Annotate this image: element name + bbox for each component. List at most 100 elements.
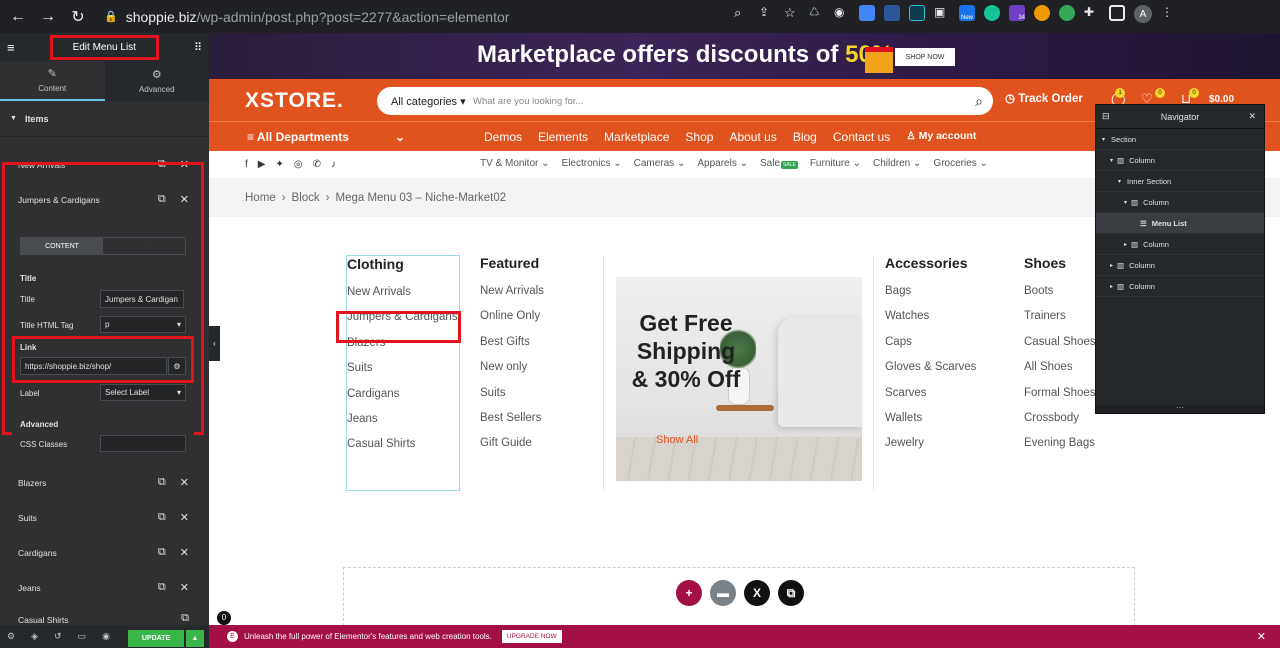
tab-content[interactable]: ✎ Content bbox=[0, 61, 105, 101]
link-input[interactable]: https://shoppie.biz/shop/ bbox=[20, 357, 167, 375]
update-options-caret-icon[interactable]: ▲ bbox=[186, 630, 204, 647]
menu-link[interactable]: Jewelry bbox=[885, 437, 1011, 462]
tiktok-icon[interactable]: ♪ bbox=[331, 159, 336, 170]
navigator-row-column[interactable]: ▸ ▥ Column bbox=[1096, 276, 1264, 297]
menu-link[interactable]: Casual Shirts bbox=[347, 438, 459, 463]
share-icon[interactable]: ⇪ bbox=[759, 5, 775, 21]
menu-title[interactable]: Accessories bbox=[885, 255, 1011, 271]
menu-link[interactable]: Cardigans bbox=[347, 388, 459, 413]
tab-content-inner[interactable]: CONTENT bbox=[21, 238, 103, 254]
promo-banner[interactable]: Marketplace offers discounts of 50% SHOP… bbox=[209, 33, 1280, 79]
remove-icon[interactable]: ✕ bbox=[180, 581, 189, 594]
duplicate-icon[interactable]: ⧉ bbox=[158, 546, 166, 559]
xstore-logo-icon[interactable]: X bbox=[744, 580, 770, 606]
search-category-select[interactable]: All categories ▾ bbox=[377, 95, 473, 108]
repeater-item[interactable]: Blazers ⧉ ✕ bbox=[0, 465, 209, 500]
sidepanel-icon[interactable] bbox=[1109, 5, 1125, 21]
collapse-panel-caret-icon[interactable]: ‹ bbox=[209, 326, 220, 361]
subnav-item[interactable]: Sale SALE bbox=[760, 158, 798, 169]
navigator-header[interactable]: ⊟ Navigator ✕ bbox=[1096, 105, 1264, 129]
menu-link[interactable]: Caps bbox=[885, 336, 1011, 361]
subnav-item[interactable]: Cameras ⌄ bbox=[634, 158, 686, 169]
extension-camera-icon[interactable]: ▣ bbox=[934, 5, 950, 21]
address-bar[interactable]: 🔒 shoppie.biz /wp-admin/post.php?post=22… bbox=[104, 4, 824, 29]
notice-close-icon[interactable]: ✕ bbox=[1257, 630, 1266, 643]
link-options-gear-icon[interactable]: ⚙ bbox=[168, 357, 186, 375]
nav-link[interactable]: About us bbox=[729, 130, 776, 144]
repeater-item[interactable]: Jeans ⧉ ✕ bbox=[0, 570, 209, 605]
search-bar[interactable]: All categories ▾ What are you looking fo… bbox=[377, 87, 993, 115]
extension-new-icon[interactable]: New bbox=[959, 5, 975, 21]
all-departments-toggle[interactable]: ≡ All Departments ⌄ bbox=[247, 130, 405, 144]
menu-kebab-icon[interactable]: ⋮ bbox=[1161, 5, 1177, 21]
extension-n-icon[interactable] bbox=[909, 5, 925, 21]
facebook-icon[interactable]: f bbox=[245, 159, 248, 170]
menu-link[interactable]: Gloves & Scarves bbox=[885, 361, 1011, 386]
menu-title[interactable]: Clothing bbox=[347, 256, 459, 272]
remove-icon[interactable]: ✕ bbox=[180, 546, 189, 559]
title-input[interactable]: Jumpers & Cardigan bbox=[100, 290, 184, 308]
forward-icon[interactable]: → bbox=[36, 5, 60, 29]
menu-link[interactable]: Online Only bbox=[480, 310, 590, 335]
tab-style-inner[interactable]: STYLE bbox=[103, 238, 185, 254]
nav-link[interactable]: Blog bbox=[793, 130, 817, 144]
whatsapp-icon[interactable]: ✆ bbox=[313, 159, 321, 170]
add-section-plus-icon[interactable]: + bbox=[676, 580, 702, 606]
menu-link[interactable]: Suits bbox=[480, 387, 590, 412]
menu-link[interactable]: New Arrivals bbox=[480, 285, 590, 310]
navigator-resize-handle[interactable]: ⋯ bbox=[1096, 404, 1264, 413]
duplicate-icon[interactable]: ⧉ bbox=[158, 476, 166, 489]
nav-link[interactable]: Elements bbox=[538, 130, 588, 144]
nav-link[interactable]: Demos bbox=[484, 130, 522, 144]
upgrade-now-button[interactable]: UPGRADE NOW bbox=[501, 630, 562, 643]
add-section-dropzone[interactable] bbox=[343, 567, 1135, 625]
reload-icon[interactable]: ↻ bbox=[66, 5, 90, 29]
extension-color-icon[interactable] bbox=[1059, 5, 1075, 21]
subnav-item[interactable]: Electronics ⌄ bbox=[562, 158, 622, 169]
widgets-grid-icon[interactable]: ⠿ bbox=[194, 41, 202, 54]
menu-link[interactable]: Scarves bbox=[885, 387, 1011, 412]
track-order-link[interactable]: ◷ Track Order bbox=[1005, 91, 1083, 105]
extensions-puzzle-icon[interactable]: ✚ bbox=[1084, 5, 1100, 21]
history-icon[interactable]: ↺ bbox=[54, 631, 62, 642]
subnav-item[interactable]: Furniture ⌄ bbox=[810, 158, 861, 169]
responsive-icon[interactable]: ▭ bbox=[78, 631, 87, 642]
navigator-row-column[interactable]: ▾ ▥ Column bbox=[1096, 192, 1264, 213]
menu-link[interactable]: Watches bbox=[885, 310, 1011, 335]
paste-copy-icon[interactable]: ⧉ bbox=[778, 580, 804, 606]
navigator-row-column[interactable]: ▸ ▥ Column bbox=[1096, 255, 1264, 276]
navigator-collapse-icon[interactable]: ⊟ bbox=[1102, 111, 1110, 122]
extension-translate-icon[interactable] bbox=[884, 5, 900, 21]
nav-link[interactable]: Contact us bbox=[833, 130, 890, 144]
grammarly-icon[interactable] bbox=[984, 5, 1000, 21]
menu-link[interactable]: Best Sellers bbox=[480, 412, 590, 437]
duplicate-icon[interactable]: ⧉ bbox=[158, 511, 166, 524]
duplicate-icon[interactable]: ⧉ bbox=[158, 581, 166, 594]
search-icon[interactable]: ⌕ bbox=[975, 93, 983, 110]
repeater-item[interactable]: Casual Shirts ⧉ bbox=[0, 605, 209, 625]
subnav-item[interactable]: TV & Monitor ⌄ bbox=[480, 158, 550, 169]
subnav-item[interactable]: Children ⌄ bbox=[873, 158, 921, 169]
menu-link[interactable]: Evening Bags bbox=[1024, 437, 1114, 462]
instagram-icon[interactable]: ◎ bbox=[294, 159, 303, 170]
layers-icon[interactable]: ◈ bbox=[31, 631, 38, 642]
breadcrumb-link[interactable]: Home bbox=[245, 192, 276, 204]
menu-link[interactable]: Suits bbox=[347, 362, 459, 387]
settings-icon[interactable]: ⚙ bbox=[7, 631, 15, 642]
menu-link[interactable]: Wallets bbox=[885, 412, 1011, 437]
tag-select[interactable]: p ▾ bbox=[100, 316, 186, 333]
navigator-row-column[interactable]: ▸ ▥ Column bbox=[1096, 234, 1264, 255]
extension-doc-icon[interactable] bbox=[859, 5, 875, 21]
twitter-icon[interactable]: ✦ bbox=[275, 159, 283, 170]
nav-link[interactable]: Shop bbox=[685, 130, 713, 144]
css-classes-input[interactable] bbox=[100, 435, 186, 452]
extension-globe-icon[interactable]: ◉ bbox=[834, 5, 850, 21]
breadcrumb-link[interactable]: Block bbox=[292, 192, 320, 204]
remove-icon[interactable]: ✕ bbox=[180, 476, 189, 489]
menu-link[interactable]: Jeans bbox=[347, 413, 459, 438]
search-input[interactable]: What are you looking for... bbox=[473, 96, 583, 107]
site-logo[interactable]: XSTORE. bbox=[245, 89, 344, 113]
back-icon[interactable]: ← bbox=[6, 5, 30, 29]
preview-eye-icon[interactable]: ◉ bbox=[102, 631, 110, 642]
subnav-item[interactable]: Apparels ⌄ bbox=[697, 158, 748, 169]
